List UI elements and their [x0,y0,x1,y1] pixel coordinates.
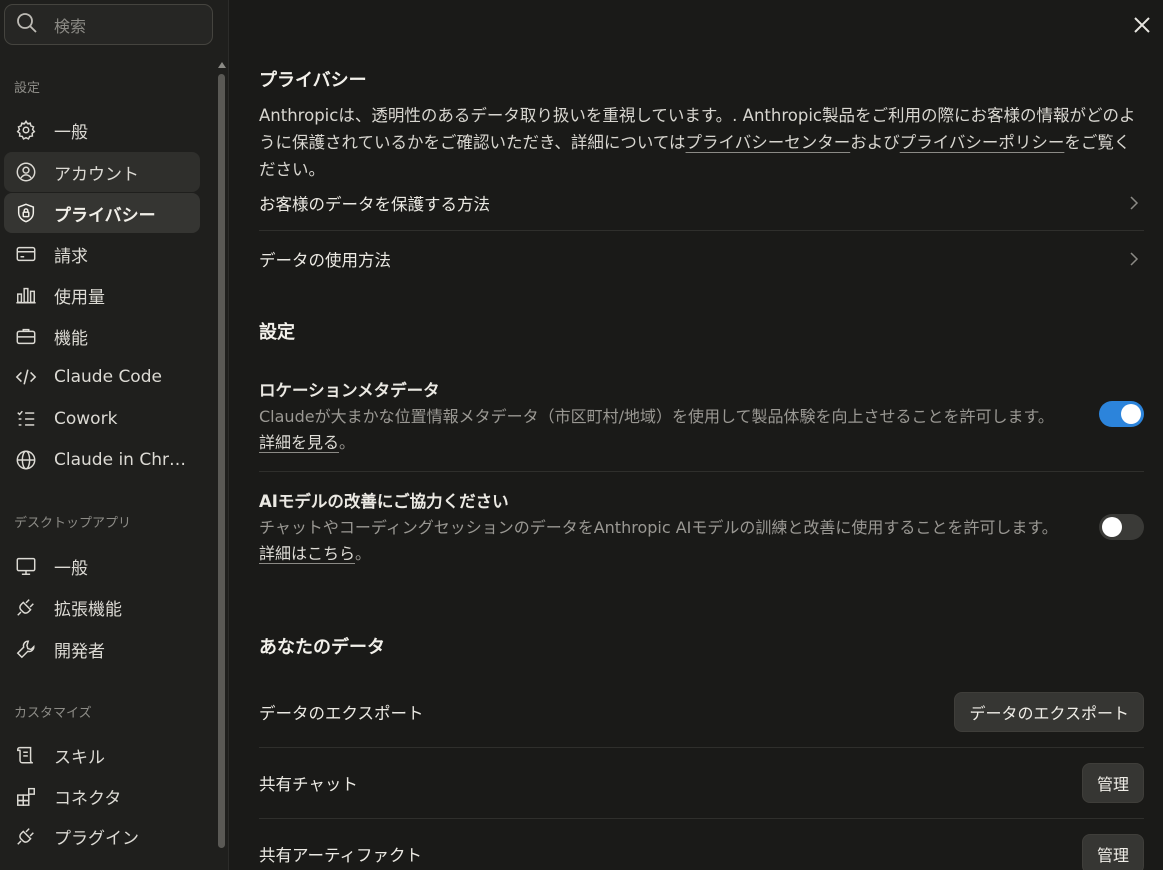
chevron-right-icon [1130,196,1139,210]
shared-artifacts-row: 共有アーティファクト 管理 [259,819,1144,870]
sidebar-item-account[interactable]: アカウント [4,152,200,192]
setting-desc-text: Claudeが大まかな位置情報メタデータ（市区町村/地域）を使用して製品体験を向… [259,407,1054,426]
search-box[interactable]: 検索 [4,4,213,45]
search-input[interactable]: 検索 [54,13,86,37]
sidebar-item-label: Claude Code [54,367,162,387]
sidebar-item-skills[interactable]: スキル [4,735,200,775]
sidebar-item-label: 拡張機能 [54,599,122,620]
scroll-up-arrow[interactable] [218,62,226,68]
sidebar: 検索 設定 一般 アカウント プライバシー 請求 使用量 機能 Claude C… [0,0,229,870]
wrench-icon [14,637,38,661]
privacy-heading: プライバシー [259,70,367,91]
location-learn-more-link[interactable]: 詳細を見る [259,433,339,452]
row-label: データの使用方法 [259,251,391,270]
sidebar-item-label: 一般 [54,122,88,143]
sidebar-item-label: プライバシー [54,205,156,226]
briefcase-icon [14,324,38,348]
sidebar-item-claude-in-chrome[interactable]: Claude in Chr… [4,440,200,480]
sidebar-item-features[interactable]: 機能 [4,316,200,356]
shared-chats-row: 共有チャット 管理 [259,748,1144,818]
model-improvement-toggle[interactable] [1099,514,1144,540]
sidebar-item-cowork[interactable]: Cowork [4,399,200,439]
privacy-center-link[interactable]: プライバシーセンター [686,133,851,152]
sidebar-item-billing[interactable]: 請求 [4,234,200,274]
export-data-button[interactable]: データのエクスポート [954,692,1144,732]
sidebar-item-label: 使用量 [54,287,105,308]
section-label-customize: カスタマイズ [14,706,92,721]
model-learn-more-link[interactable]: 詳細はこちら [259,544,355,563]
sidebar-item-label: 機能 [54,328,88,349]
close-button[interactable] [1131,14,1153,36]
section-label-desktop: デスクトップアプリ [14,516,132,531]
gear-icon [14,118,38,142]
setting-desc-text: 。 [355,544,372,563]
toggle-knob [1102,517,1122,537]
bar-chart-icon [14,283,38,307]
manage-shared-chats-button[interactable]: 管理 [1081,763,1144,803]
data-usage-row[interactable]: データの使用方法 [259,231,1144,287]
row-label: データのエクスポート [259,704,424,723]
credit-card-icon [14,242,38,266]
search-icon [15,11,39,39]
sidebar-item-privacy[interactable]: プライバシー [4,193,200,233]
sidebar-item-label: 開発者 [54,641,105,662]
your-data-heading: あなたのデータ [259,637,385,658]
location-metadata-title: ロケーションメタデータ [259,381,440,400]
privacy-desc-text: および [850,133,900,152]
sidebar-item-claude-code[interactable]: Claude Code [4,357,200,397]
protect-data-row[interactable]: お客様のデータを保護する方法 [259,175,1144,231]
sidebar-item-usage[interactable]: 使用量 [4,275,200,315]
sidebar-item-extensions[interactable]: 拡張機能 [4,587,200,627]
sidebar-item-label: 請求 [54,246,88,267]
model-improvement-title: AIモデルの改善にご協力ください [259,492,509,511]
row-label: 共有チャット [259,775,358,794]
sidebar-item-label: アカウント [54,164,139,185]
location-metadata-description: Claudeが大まかな位置情報メタデータ（市区町村/地域）を使用して製品体験を向… [259,404,1069,456]
settings-window: 検索 設定 一般 アカウント プライバシー 請求 使用量 機能 Claude C… [0,0,1163,870]
close-icon [1134,17,1150,33]
shield-lock-icon [14,201,38,225]
sidebar-item-label: スキル [54,747,105,768]
model-improvement-description: チャットやコーディングセッションのデータをAnthropic AIモデルの訓練と… [259,515,1069,567]
grid-plus-icon [14,784,38,808]
globe-icon [14,448,38,472]
plug-icon [14,595,38,619]
monitor-icon [14,554,38,578]
privacy-policy-link[interactable]: プライバシーポリシー [900,133,1065,152]
checklist-icon [14,407,38,431]
sidebar-item-label: コネクタ [54,788,122,809]
row-label: 共有アーティファクト [259,846,423,865]
setting-desc-text: 。 [339,433,356,452]
main-panel: プライバシー Anthropicは、透明性のあるデータ取り扱いを重視しています。… [229,0,1163,870]
sidebar-item-general[interactable]: 一般 [4,110,200,150]
sidebar-item-label: Claude in Chr… [54,450,186,470]
plug-icon [14,824,38,848]
sidebar-item-developer[interactable]: 開発者 [4,629,200,669]
sidebar-item-label: 一般 [54,558,88,579]
section-label-settings: 設定 [14,81,41,96]
location-metadata-toggle[interactable] [1099,401,1144,427]
user-circle-icon [14,160,38,184]
sidebar-scrollbar-thumb[interactable] [218,74,225,848]
row-label: お客様のデータを保護する方法 [259,195,490,214]
export-data-row: データのエクスポート データのエクスポート [259,677,1144,747]
divider [259,471,1144,472]
privacy-description: Anthropicは、透明性のあるデータ取り扱いを重視しています。. Anthr… [259,102,1144,183]
sidebar-item-desktop-general[interactable]: 一般 [4,546,200,586]
setting-desc-text: チャットやコーディングセッションのデータをAnthropic AIモデルの訓練と… [259,518,1058,537]
sidebar-item-label: Cowork [54,409,118,429]
sidebar-item-label: プラグイン [54,828,139,849]
settings-heading: 設定 [259,322,295,343]
code-icon [14,365,38,389]
toggle-knob [1121,404,1141,424]
chevron-right-icon [1130,252,1139,266]
manage-shared-artifacts-button[interactable]: 管理 [1081,834,1144,870]
sidebar-item-plugins[interactable]: プラグイン [4,816,200,856]
sidebar-item-connectors[interactable]: コネクタ [4,776,200,816]
scroll-icon [14,743,38,767]
